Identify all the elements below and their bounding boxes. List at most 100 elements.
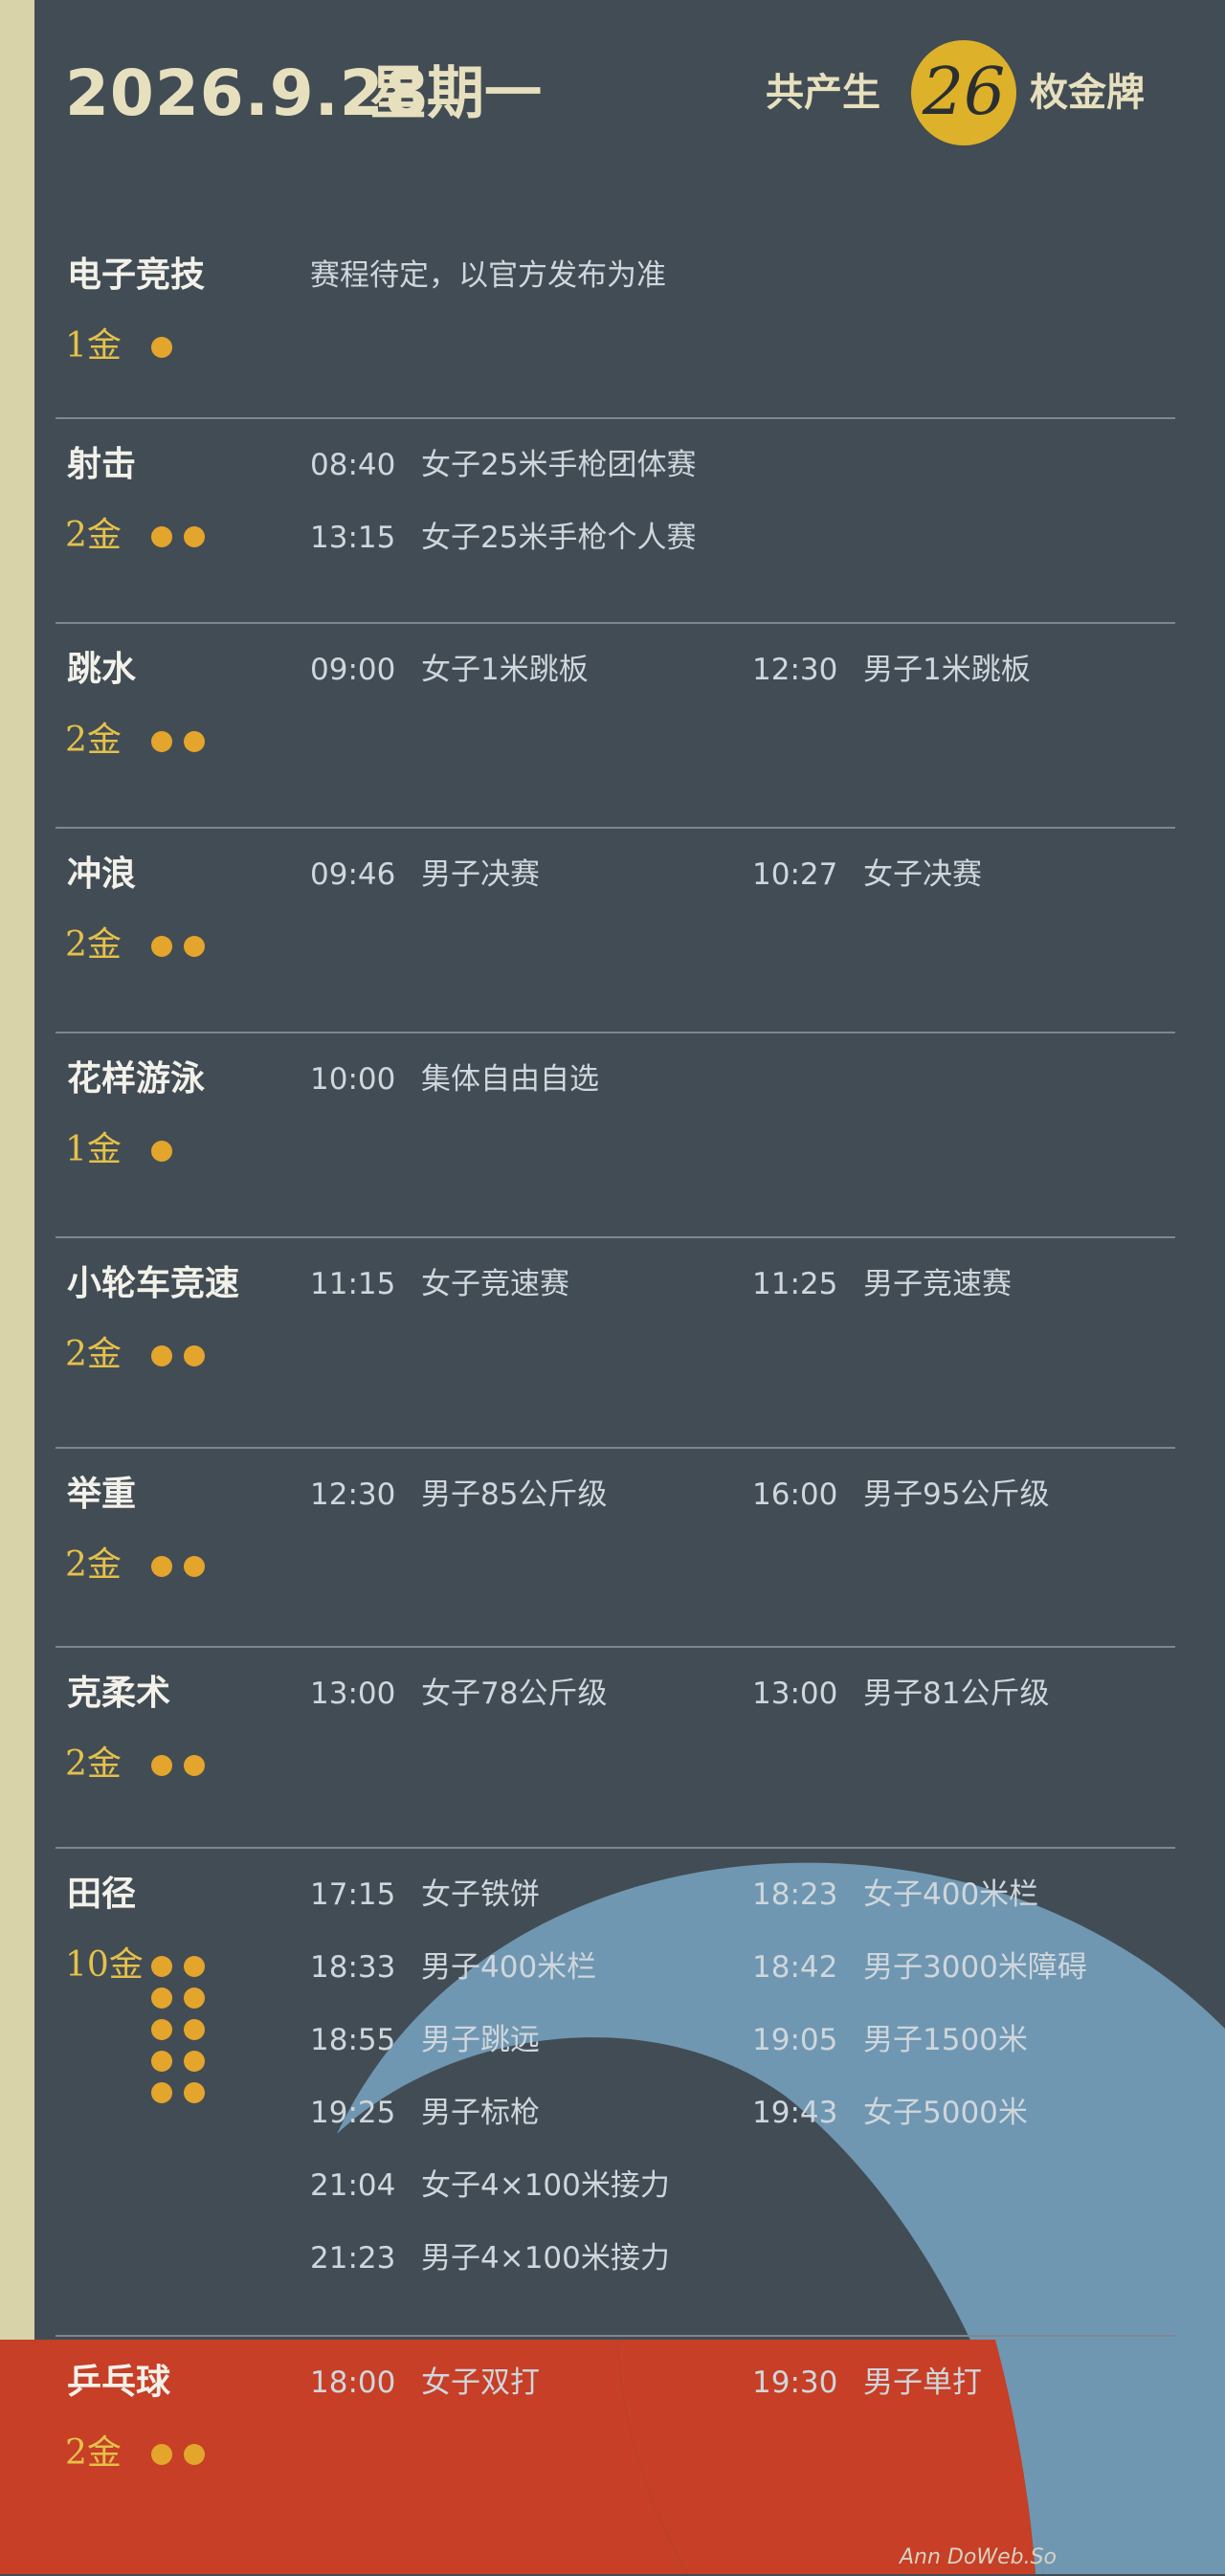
gold-medal-dot — [151, 1345, 172, 1366]
event-item: 12:30 男子1米跳板 — [752, 651, 1031, 689]
gold-medal-count: 2金 — [65, 1335, 122, 1374]
sport-row: 田径 10金 17:15 女子铁饼 18:23 女子400米栏 18:33 男子400米栏 18… — [56, 1847, 1175, 2337]
event-title: 男子1米跳板 — [863, 653, 1031, 687]
event-time: 09:00 — [310, 653, 396, 687]
weekday-title: 星期一 — [369, 60, 542, 127]
event-item: 13:00 男子81公斤级 — [752, 1675, 1049, 1713]
event-item: 18:55 男子跳远 — [310, 2021, 540, 2059]
event-title: 女子4×100米接力 — [421, 2168, 670, 2203]
event-item: 08:40 女子25米手枪团体赛 — [310, 446, 696, 484]
event-time: 18:42 — [752, 1950, 838, 1985]
gold-medal-dots — [151, 936, 232, 957]
gold-medal-dot — [151, 1988, 172, 2009]
gold-medal-dot — [151, 2051, 172, 2072]
gold-medal-dot — [151, 1755, 172, 1776]
event-title: 女子竞速赛 — [421, 1267, 569, 1301]
gold-medal-dot — [151, 1956, 172, 1977]
event-title: 男子1500米 — [863, 2023, 1028, 2057]
left-accent-stripe — [0, 0, 34, 2340]
event-time: 13:15 — [310, 521, 396, 555]
event-time: 12:30 — [752, 653, 838, 687]
event-item: 16:00 男子95公斤级 — [752, 1476, 1049, 1514]
event-title: 男子85公斤级 — [421, 1477, 608, 1512]
event-item: 18:33 男子400米栏 — [310, 1948, 596, 1987]
gold-medal-dots — [151, 1345, 232, 1366]
gold-medal-dots — [151, 1956, 232, 2103]
gold-medal-dots — [151, 731, 232, 752]
gold-medal-dot — [184, 2444, 205, 2465]
gold-medal-count: 1金 — [65, 1130, 122, 1169]
left-accent-stripe-red — [0, 2340, 34, 2574]
event-item: 09:46 男子决赛 — [310, 855, 540, 894]
event-item: 19:30 男子单打 — [752, 2364, 982, 2402]
event-item: 09:00 女子1米跳板 — [310, 651, 589, 689]
event-time: 19:25 — [310, 2096, 396, 2130]
gold-medal-count: 2金 — [65, 2433, 122, 2473]
event-item: 19:43 女子5000米 — [752, 2094, 1028, 2132]
event-time: 21:04 — [310, 2168, 396, 2203]
gold-medal-dot — [184, 2019, 205, 2040]
gold-medal-dot — [184, 1988, 205, 2009]
event-time: 13:00 — [310, 1677, 396, 1711]
watermark-text: Ann DoWeb.So — [900, 2545, 1058, 2569]
event-time: 19:43 — [752, 2096, 838, 2130]
sport-row: 小轮车竞速 2金 11:15 女子竞速赛 11:25 男子竞速赛 — [56, 1236, 1175, 1449]
event-time: 18:00 — [310, 2365, 396, 2400]
medal-count-number: 26 — [922, 55, 1006, 130]
gold-medal-dot — [184, 1345, 205, 1366]
gold-medal-dot — [184, 2051, 205, 2072]
event-title: 女子25米手枪团体赛 — [421, 448, 697, 482]
gold-medal-count: 2金 — [65, 721, 122, 760]
event-time: 19:30 — [752, 2365, 838, 2400]
event-item: 10:00 集体自由自选 — [310, 1060, 599, 1099]
event-title: 女子双打 — [421, 2365, 540, 2400]
event-time: 10:27 — [752, 857, 838, 892]
sport-row: 跳水 2金 09:00 女子1米跳板 12:30 男子1米跳板 — [56, 622, 1175, 829]
sport-row: 花样游泳 1金 10:00 集体自由自选 — [56, 1032, 1175, 1238]
event-title: 女子1米跳板 — [421, 653, 589, 687]
event-time: 11:25 — [752, 1267, 838, 1301]
event-title: 男子3000米障碍 — [863, 1950, 1087, 1985]
event-title: 女子78公斤级 — [421, 1677, 608, 1711]
sport-row: 乒乓球 2金 18:00 女子双打 19:30 男子单打 — [56, 2335, 1175, 2576]
gold-medal-count: 2金 — [65, 1545, 122, 1585]
event-item: 13:00 女子78公斤级 — [310, 1675, 607, 1713]
gold-medal-dots — [151, 337, 232, 358]
gold-medal-dot — [184, 936, 205, 957]
event-title: 男子竞速赛 — [863, 1267, 1012, 1301]
sport-name: 冲浪 — [67, 855, 137, 894]
event-title: 集体自由自选 — [421, 1062, 599, 1097]
sport-name: 电子竞技 — [67, 255, 206, 295]
event-time: 18:23 — [752, 1877, 838, 1912]
gold-medal-count: 2金 — [65, 516, 122, 555]
gold-medal-count: 2金 — [65, 925, 122, 965]
schedule-note: 赛程待定，以官方发布为准 — [310, 258, 666, 293]
event-title: 女子5000米 — [863, 2096, 1028, 2130]
event-time: 11:15 — [310, 1267, 396, 1301]
event-title: 男子4×100米接力 — [421, 2241, 670, 2276]
gold-medal-dot — [151, 2082, 172, 2103]
gold-medal-dot — [184, 526, 205, 547]
sport-name: 花样游泳 — [67, 1059, 206, 1099]
gold-medal-dot — [151, 2019, 172, 2040]
event-title: 女子铁饼 — [421, 1877, 540, 1912]
sport-name: 射击 — [67, 445, 137, 484]
gold-medal-dots — [151, 1755, 232, 1776]
event-time: 17:15 — [310, 1877, 396, 1912]
event-title: 男子400米栏 — [421, 1950, 597, 1985]
gold-medal-count: 10金 — [65, 1945, 144, 1985]
event-time: 18:55 — [310, 2023, 396, 2057]
event-time: 18:33 — [310, 1950, 396, 1985]
gold-medal-dot — [151, 731, 172, 752]
event-time: 13:00 — [752, 1677, 838, 1711]
gold-medal-dots — [151, 1556, 232, 1577]
event-item: 11:25 男子竞速赛 — [752, 1265, 1012, 1303]
gold-medal-dot — [151, 2444, 172, 2465]
gold-medal-dot — [151, 1141, 172, 1162]
sport-name: 跳水 — [67, 650, 137, 689]
event-title: 女子25米手枪个人赛 — [421, 521, 697, 555]
gold-medal-dot — [151, 337, 172, 358]
event-item: 18:00 女子双打 — [310, 2364, 540, 2402]
event-title: 女子决赛 — [863, 857, 982, 892]
event-time: 09:46 — [310, 857, 396, 892]
